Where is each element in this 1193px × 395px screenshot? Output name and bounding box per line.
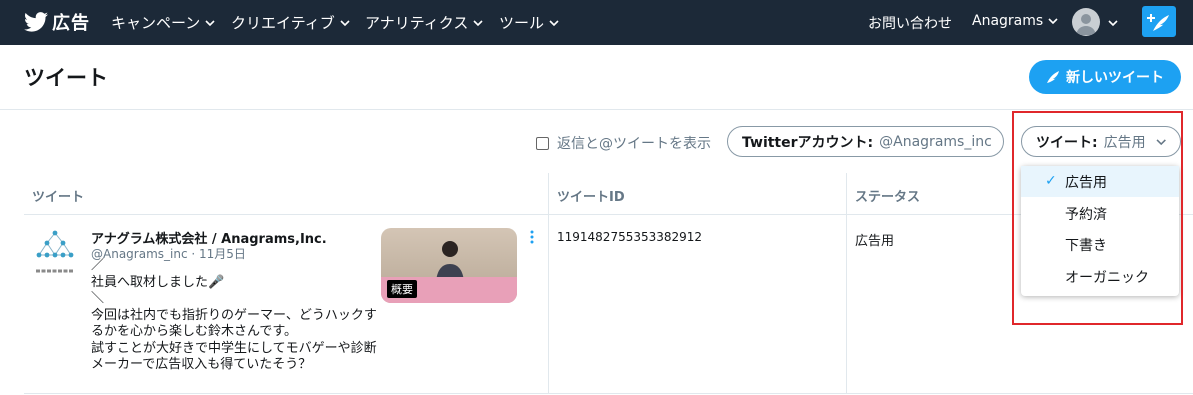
chevron-down-icon	[1048, 18, 1058, 25]
highlight-annotation-box	[1012, 111, 1183, 325]
tweet-text: ／ 社員へ取材しました🎤 ＼ 今回は社内でも指折りのゲーマー、どうハックするかを…	[91, 258, 377, 372]
person-photo	[436, 241, 464, 282]
row-divider	[24, 393, 1193, 394]
nav-menu-label: キャンペーン	[111, 14, 201, 32]
header-divider	[0, 109, 1193, 110]
feather-icon	[1047, 71, 1059, 83]
column-divider	[548, 173, 549, 394]
show-replies-label: 返信と@ツイートを表示	[557, 136, 711, 152]
nav-menu-campaigns[interactable]: キャンペーン	[111, 12, 215, 33]
status-cell: 広告用	[855, 234, 895, 249]
top-navigation-bar: 広告 キャンペーン クリエイティブ アナリティクス ツール お問い合わせ Ana…	[0, 0, 1193, 45]
chevron-down-icon[interactable]	[1108, 18, 1118, 28]
chevron-down-icon	[473, 19, 483, 26]
nav-menu-label: アナリティクス	[365, 14, 469, 32]
more-options-icon[interactable]	[529, 230, 535, 244]
media-label: 概要	[387, 280, 417, 298]
filter-key: Twitterアカウント:	[742, 134, 874, 151]
compose-tweet-button[interactable]	[1142, 6, 1176, 37]
contact-link[interactable]: お問い合わせ	[868, 13, 952, 33]
anagrams-logo	[36, 230, 74, 273]
filter-value: @Anagrams_inc	[879, 133, 992, 150]
feather-plus-icon	[1147, 14, 1169, 31]
column-header-tweet[interactable]: ツイート	[32, 186, 84, 205]
nav-menu-tools[interactable]: ツール	[499, 12, 559, 33]
user-silhouette-icon	[1076, 14, 1096, 35]
account-switcher[interactable]: Anagrams	[972, 13, 1058, 29]
column-header-tweet-id[interactable]: ツイートID	[557, 186, 625, 205]
nav-menu-creatives[interactable]: クリエイティブ	[231, 12, 350, 33]
account-label: Anagrams	[972, 13, 1044, 29]
avatar[interactable]	[1072, 8, 1100, 36]
show-replies-checkbox[interactable]	[536, 136, 549, 150]
new-tweet-label: 新しいツイート	[1066, 70, 1164, 86]
contact-label: お問い合わせ	[868, 16, 952, 32]
tweet-id-cell: 1191482755353382912	[557, 230, 703, 244]
tweet-media-thumbnail[interactable]: 概要	[381, 228, 517, 303]
twitter-bird-icon	[24, 12, 48, 32]
show-replies-toggle[interactable]: 返信と@ツイートを表示	[536, 133, 711, 153]
column-divider	[846, 173, 847, 394]
nav-menu-label: クリエイティブ	[231, 14, 335, 32]
new-tweet-button[interactable]: 新しいツイート	[1029, 60, 1181, 94]
brand[interactable]: 広告	[24, 9, 90, 35]
nav-menu-label: ツール	[499, 14, 545, 32]
twitter-account-filter[interactable]: Twitterアカウント: @Anagrams_inc	[727, 126, 1004, 157]
page-title: ツイート	[24, 66, 108, 90]
chevron-down-icon	[549, 19, 559, 26]
chevron-down-icon	[340, 19, 350, 26]
column-header-status[interactable]: ステータス	[855, 186, 920, 205]
chevron-down-icon	[205, 19, 215, 26]
nav-menu-analytics[interactable]: アナリティクス	[365, 12, 483, 33]
brand-label: 広告	[52, 13, 90, 34]
